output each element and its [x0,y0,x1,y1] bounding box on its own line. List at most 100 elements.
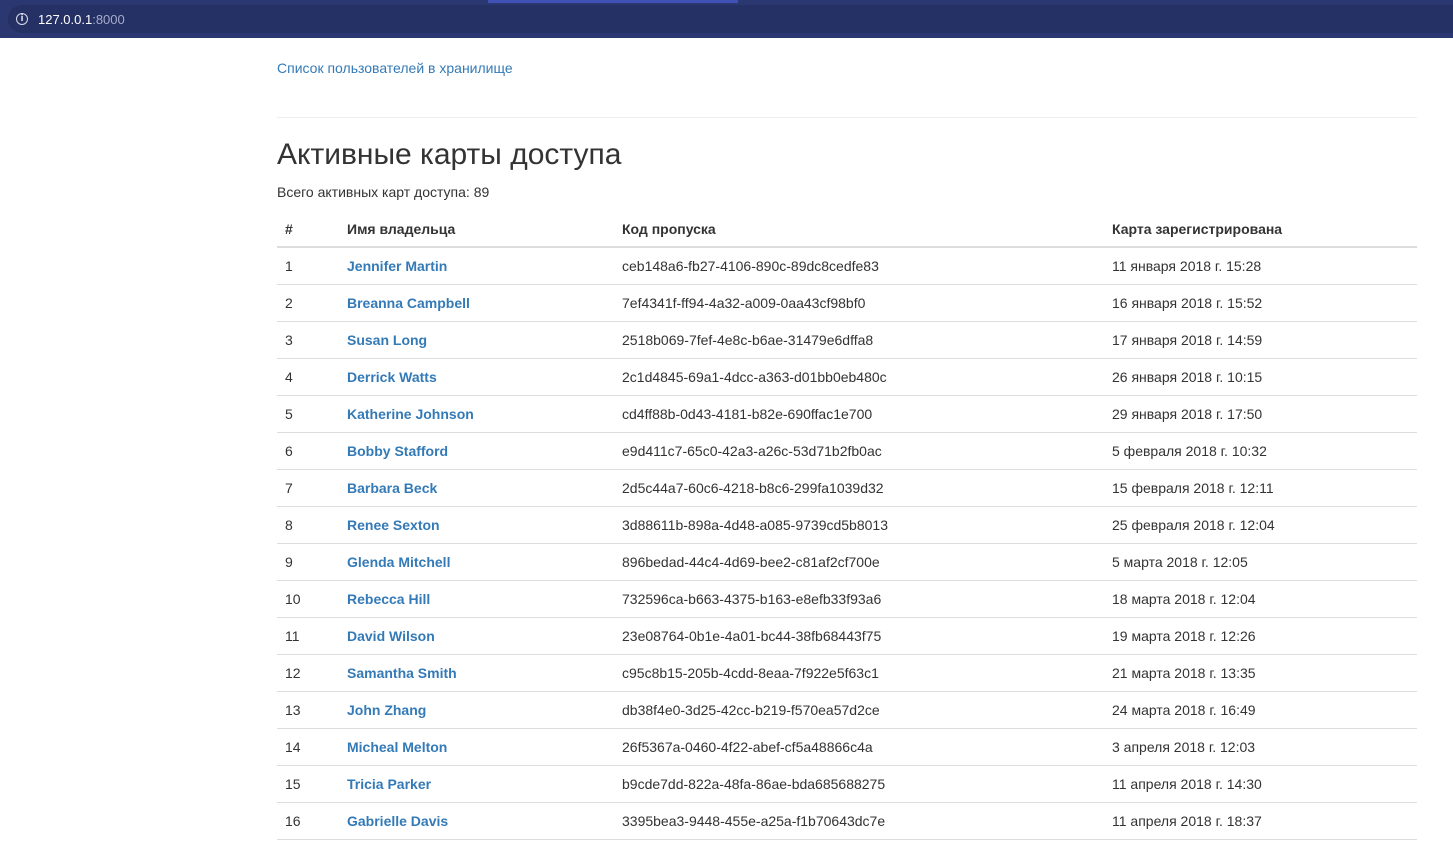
owner-name-link[interactable]: Katherine Johnson [347,406,474,422]
header-pass-code: Код пропуска [614,211,1104,248]
table-row: 6 Bobby Stafford e9d411c7-65c0-42a3-a26c-5… [277,432,1417,470]
table-row: 10 Rebecca Hill 732596ca-b663-4375-b163-e8… [277,580,1417,618]
row-number: 9 [277,543,339,581]
owner-name-link[interactable]: Micheal Melton [347,739,447,755]
table-row: 9 Glenda Mitchell 896bedad-44c4-4d69-bee2-… [277,543,1417,581]
owner-cell: Breanna Campbell [339,284,614,322]
url-text[interactable]: 127.0.0.1:8000 [38,12,125,27]
owner-cell: John Zhang [339,691,614,729]
registered-date: 16 января 2018 г. 15:52 [1104,284,1417,322]
owner-name-link[interactable]: John Zhang [347,702,426,718]
address-bar[interactable]: i 127.0.0.1:8000 [8,5,1453,33]
registered-date: 18 марта 2018 г. 12:04 [1104,580,1417,618]
row-number: 5 [277,395,339,433]
registered-date: 11 января 2018 г. 15:28 [1104,247,1417,285]
row-number: 3 [277,321,339,359]
browser-toolbar: i 127.0.0.1:8000 [0,0,1453,38]
table-row: 12 Samantha Smith c95c8b15-205b-4cdd-8eaa-… [277,654,1417,692]
registered-date: 5 марта 2018 г. 12:05 [1104,543,1417,581]
owner-name-link[interactable]: Rebecca Hill [347,591,430,607]
table-body: 1 Jennifer Martin ceb148a6-fb27-4106-890c-… [277,247,1417,840]
pass-code: db38f4e0-3d25-42cc-b219-f570ea57d2ce [614,691,1104,729]
table-row: 1 Jennifer Martin ceb148a6-fb27-4106-890c-… [277,247,1417,285]
owner-name-link[interactable]: Gabrielle Davis [347,813,448,829]
table-row: 4 Derrick Watts 2c1d4845-69a1-4dcc-a363-d0… [277,358,1417,396]
pass-code: 3395bea3-9448-455e-a25a-f1b70643dc7e [614,802,1104,840]
table-row: 13 John Zhang db38f4e0-3d25-42cc-b219-f570… [277,691,1417,729]
registered-date: 19 марта 2018 г. 12:26 [1104,617,1417,655]
row-number: 8 [277,506,339,544]
row-number: 16 [277,802,339,840]
pass-code: 2518b069-7fef-4e8c-b6ae-31479e6dffa8 [614,321,1104,359]
registered-date: 21 марта 2018 г. 13:35 [1104,654,1417,692]
pass-code: 3d88611b-898a-4d48-a085-9739cd5b8013 [614,506,1104,544]
owner-cell: Susan Long [339,321,614,359]
row-number: 11 [277,617,339,655]
url-host: 127.0.0.1 [38,11,93,27]
pass-code: 896bedad-44c4-4d69-bee2-c81af2cf700e [614,543,1104,581]
table-row: 14 Micheal Melton 26f5367a-0460-4f22-abef-… [277,728,1417,766]
table-row: 11 David Wilson 23e08764-0b1e-4a01-bc44-38… [277,617,1417,655]
registered-date: 11 апреля 2018 г. 14:30 [1104,765,1417,803]
row-number: 12 [277,654,339,692]
owner-name-link[interactable]: Tricia Parker [347,776,431,792]
registered-date: 29 января 2018 г. 17:50 [1104,395,1417,433]
owner-name-link[interactable]: David Wilson [347,628,435,644]
pass-code: b9cde7dd-822a-48fa-86ae-bda685688275 [614,765,1104,803]
registered-date: 5 февраля 2018 г. 10:32 [1104,432,1417,470]
table-row: 2 Breanna Campbell 7ef4341f-ff94-4a32-a009… [277,284,1417,322]
registered-date: 26 января 2018 г. 10:15 [1104,358,1417,396]
row-number: 15 [277,765,339,803]
pass-code: 732596ca-b663-4375-b163-e8efb33f93a6 [614,580,1104,618]
owner-name-link[interactable]: Derrick Watts [347,369,437,385]
owner-cell: Gabrielle Davis [339,802,614,840]
pass-code: e9d411c7-65c0-42a3-a26c-53d71b2fb0ac [614,432,1104,470]
pass-code: cd4ff88b-0d43-4181-b82e-690ffac1e700 [614,395,1104,433]
owner-name-link[interactable]: Barbara Beck [347,480,437,496]
owner-name-link[interactable]: Renee Sexton [347,517,440,533]
owner-name-link[interactable]: Samantha Smith [347,665,457,681]
row-number: 6 [277,432,339,470]
url-port: :8000 [92,11,125,27]
owner-cell: Katherine Johnson [339,395,614,433]
owner-cell: Jennifer Martin [339,247,614,285]
pass-code: 7ef4341f-ff94-4a32-a009-0aa43cf98bf0 [614,284,1104,322]
owner-cell: Bobby Stafford [339,432,614,470]
owner-name-link[interactable]: Glenda Mitchell [347,554,450,570]
row-number: 10 [277,580,339,618]
owner-cell: David Wilson [339,617,614,655]
owner-name-link[interactable]: Breanna Campbell [347,295,470,311]
registered-date: 3 апреля 2018 г. 12:03 [1104,728,1417,766]
registered-date: 24 марта 2018 г. 16:49 [1104,691,1417,729]
row-number: 14 [277,728,339,766]
owner-cell: Micheal Melton [339,728,614,766]
owner-cell: Renee Sexton [339,506,614,544]
table-row: 16 Gabrielle Davis 3395bea3-9448-455e-a25a… [277,802,1417,840]
users-list-link[interactable]: Список пользователей в хранилище [277,60,513,76]
header-registered: Карта зарегистрирована [1104,211,1417,248]
row-number: 7 [277,469,339,507]
owner-name-link[interactable]: Susan Long [347,332,427,348]
registered-date: 15 февраля 2018 г. 12:11 [1104,469,1417,507]
row-number: 2 [277,284,339,322]
table-row: 15 Tricia Parker b9cde7dd-822a-48fa-86ae-b… [277,765,1417,803]
owner-name-link[interactable]: Jennifer Martin [347,258,447,274]
row-number: 13 [277,691,339,729]
active-tab-indicator [488,0,738,3]
pass-code: 23e08764-0b1e-4a01-bc44-38fb68443f75 [614,617,1104,655]
info-icon[interactable]: i [16,13,28,25]
row-number: 1 [277,247,339,285]
table-row: 8 Renee Sexton 3d88611b-898a-4d48-a085-973… [277,506,1417,544]
owner-cell: Tricia Parker [339,765,614,803]
owner-cell: Glenda Mitchell [339,543,614,581]
owner-name-link[interactable]: Bobby Stafford [347,443,448,459]
registered-date: 25 февраля 2018 г. 12:04 [1104,506,1417,544]
header-number: # [277,211,339,248]
owner-cell: Barbara Beck [339,469,614,507]
registered-date: 11 апреля 2018 г. 18:37 [1104,802,1417,840]
pass-code: 2d5c44a7-60c6-4218-b8c6-299fa1039d32 [614,469,1104,507]
table-row: 7 Barbara Beck 2d5c44a7-60c6-4218-b8c6-299… [277,469,1417,507]
page-title: Активные карты доступа [277,138,622,171]
owner-cell: Rebecca Hill [339,580,614,618]
table-row: 5 Katherine Johnson cd4ff88b-0d43-4181-b82… [277,395,1417,433]
